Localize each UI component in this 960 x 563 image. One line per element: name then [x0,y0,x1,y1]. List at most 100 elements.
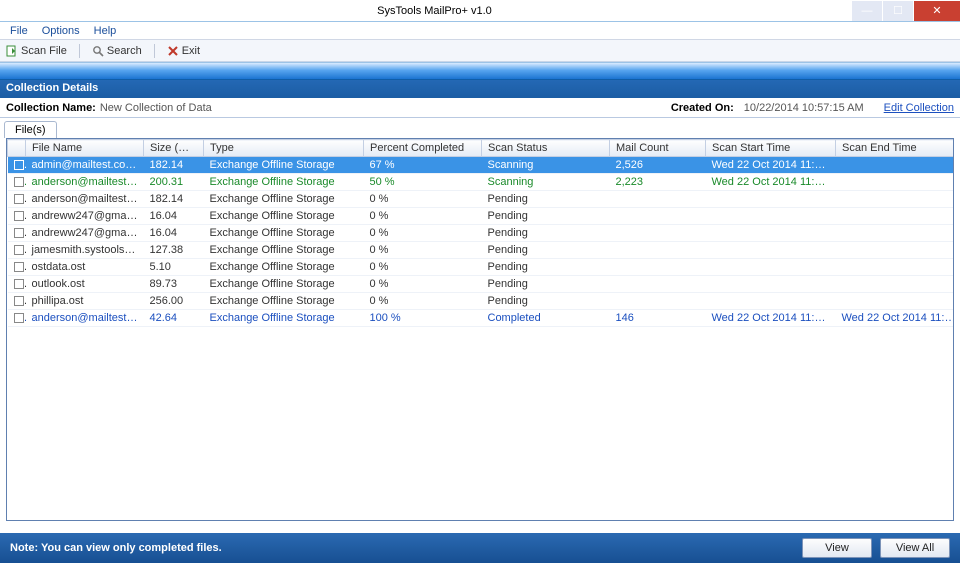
scan-file-icon [6,45,18,57]
table-row[interactable]: anderson@mailtest.com.ost42.64Exchange O… [8,310,955,327]
view-all-button[interactable]: View All [880,538,950,558]
row-checkbox[interactable] [14,296,24,306]
cell [706,191,836,208]
search-icon [92,45,104,57]
exit-button[interactable]: Exit [167,45,200,57]
row-checkbox[interactable] [14,279,24,289]
cell: Exchange Offline Storage [204,242,364,259]
cell: Pending [482,259,610,276]
row-checkbox[interactable] [14,313,24,323]
edit-collection-link[interactable]: Edit Collection [884,102,954,114]
collection-name-label: Collection Name: [6,102,96,114]
window-title: SysTools MailPro+ v1.0 [18,5,851,17]
search-button[interactable]: Search [92,45,142,57]
cell [8,276,26,293]
table-row[interactable]: anderson@mailtest.com - an...200.31Excha… [8,174,955,191]
toolbar: Scan File Search Exit [0,40,960,62]
menu-options[interactable]: Options [42,25,80,37]
maximize-button[interactable]: ☐ [883,1,913,21]
cell: Pending [482,276,610,293]
table-row[interactable]: phillipa.ost256.00Exchange Offline Stora… [8,293,955,310]
cell [836,174,955,191]
cell: 5.10 [144,259,204,276]
col-percent[interactable]: Percent Completed [364,140,482,157]
col-start-time[interactable]: Scan Start Time [706,140,836,157]
column-header-row[interactable]: File Name Size (MB) Type Percent Complet… [8,140,955,157]
cell [836,276,955,293]
row-checkbox[interactable] [14,245,24,255]
toolbar-separator [79,44,80,58]
cell: anderson@mailtest.com.ost [26,191,144,208]
table-row[interactable]: andreww247@gmail.com.ost16.04Exchange Of… [8,225,955,242]
col-mail-count[interactable]: Mail Count [610,140,706,157]
table-row[interactable]: admin@mailtest.com.ost182.14Exchange Off… [8,157,955,174]
cell [8,242,26,259]
menu-file[interactable]: File [10,25,28,37]
cell [8,225,26,242]
cell: 2,526 [610,157,706,174]
row-checkbox[interactable] [14,194,24,204]
cell: Exchange Offline Storage [204,293,364,310]
menubar: File Options Help [0,22,960,40]
cell: 50 % [364,174,482,191]
cell: admin@mailtest.com.ost [26,157,144,174]
col-end-time[interactable]: Scan End Time [836,140,955,157]
table-row[interactable]: ostdata.ost5.10Exchange Offline Storage0… [8,259,955,276]
table-row[interactable]: anderson@mailtest.com.ost182.14Exchange … [8,191,955,208]
cell [8,310,26,327]
col-file-name[interactable]: File Name [26,140,144,157]
cell: ostdata.ost [26,259,144,276]
scan-file-button[interactable]: Scan File [6,45,67,57]
cell: 146 [610,310,706,327]
file-grid[interactable]: File Name Size (MB) Type Percent Complet… [6,138,954,521]
col-checkbox[interactable] [8,140,26,157]
cell: 0 % [364,259,482,276]
cell [706,259,836,276]
table-row[interactable]: jamesmith.systools@gmail.c...127.38Excha… [8,242,955,259]
cell: 16.04 [144,208,204,225]
table-row[interactable]: andreww247@gmail.com(2)...16.04Exchange … [8,208,955,225]
menu-help[interactable]: Help [94,25,117,37]
cell [706,225,836,242]
minimize-button[interactable]: — [852,1,882,21]
cell: Exchange Offline Storage [204,157,364,174]
tab-files[interactable]: File(s) [4,121,57,138]
cell: 0 % [364,276,482,293]
cell: 89.73 [144,276,204,293]
cell: 42.64 [144,310,204,327]
cell: anderson@mailtest.com.ost [26,310,144,327]
cell: Pending [482,293,610,310]
cell [836,191,955,208]
cell: anderson@mailtest.com - an... [26,174,144,191]
row-checkbox[interactable] [14,211,24,221]
cell: 16.04 [144,225,204,242]
cell [610,242,706,259]
col-scan-status[interactable]: Scan Status [482,140,610,157]
view-button[interactable]: View [802,538,872,558]
cell: Exchange Offline Storage [204,191,364,208]
titlebar[interactable]: ▾ SysTools MailPro+ v1.0 — ☐ ✕ [0,0,960,22]
cell: jamesmith.systools@gmail.c... [26,242,144,259]
row-checkbox[interactable] [14,177,24,187]
cell: Wed 22 Oct 2014 11:32:18 AM [836,310,955,327]
close-button[interactable]: ✕ [914,1,960,21]
row-checkbox[interactable] [14,160,24,170]
cell: 2,223 [610,174,706,191]
cell: Exchange Offline Storage [204,225,364,242]
cell: 0 % [364,191,482,208]
cell: 127.38 [144,242,204,259]
table-row[interactable]: outlook.ost89.73Exchange Offline Storage… [8,276,955,293]
col-size[interactable]: Size (MB) [144,140,204,157]
cell [836,259,955,276]
col-type[interactable]: Type [204,140,364,157]
collection-name-value: New Collection of Data [100,102,212,114]
cell: Exchange Offline Storage [204,276,364,293]
row-checkbox[interactable] [14,228,24,238]
cell [836,225,955,242]
cell: 200.31 [144,174,204,191]
cell [610,208,706,225]
footer: Note: You can view only completed files.… [0,533,960,563]
cell: Exchange Offline Storage [204,259,364,276]
cell: 67 % [364,157,482,174]
row-checkbox[interactable] [14,262,24,272]
